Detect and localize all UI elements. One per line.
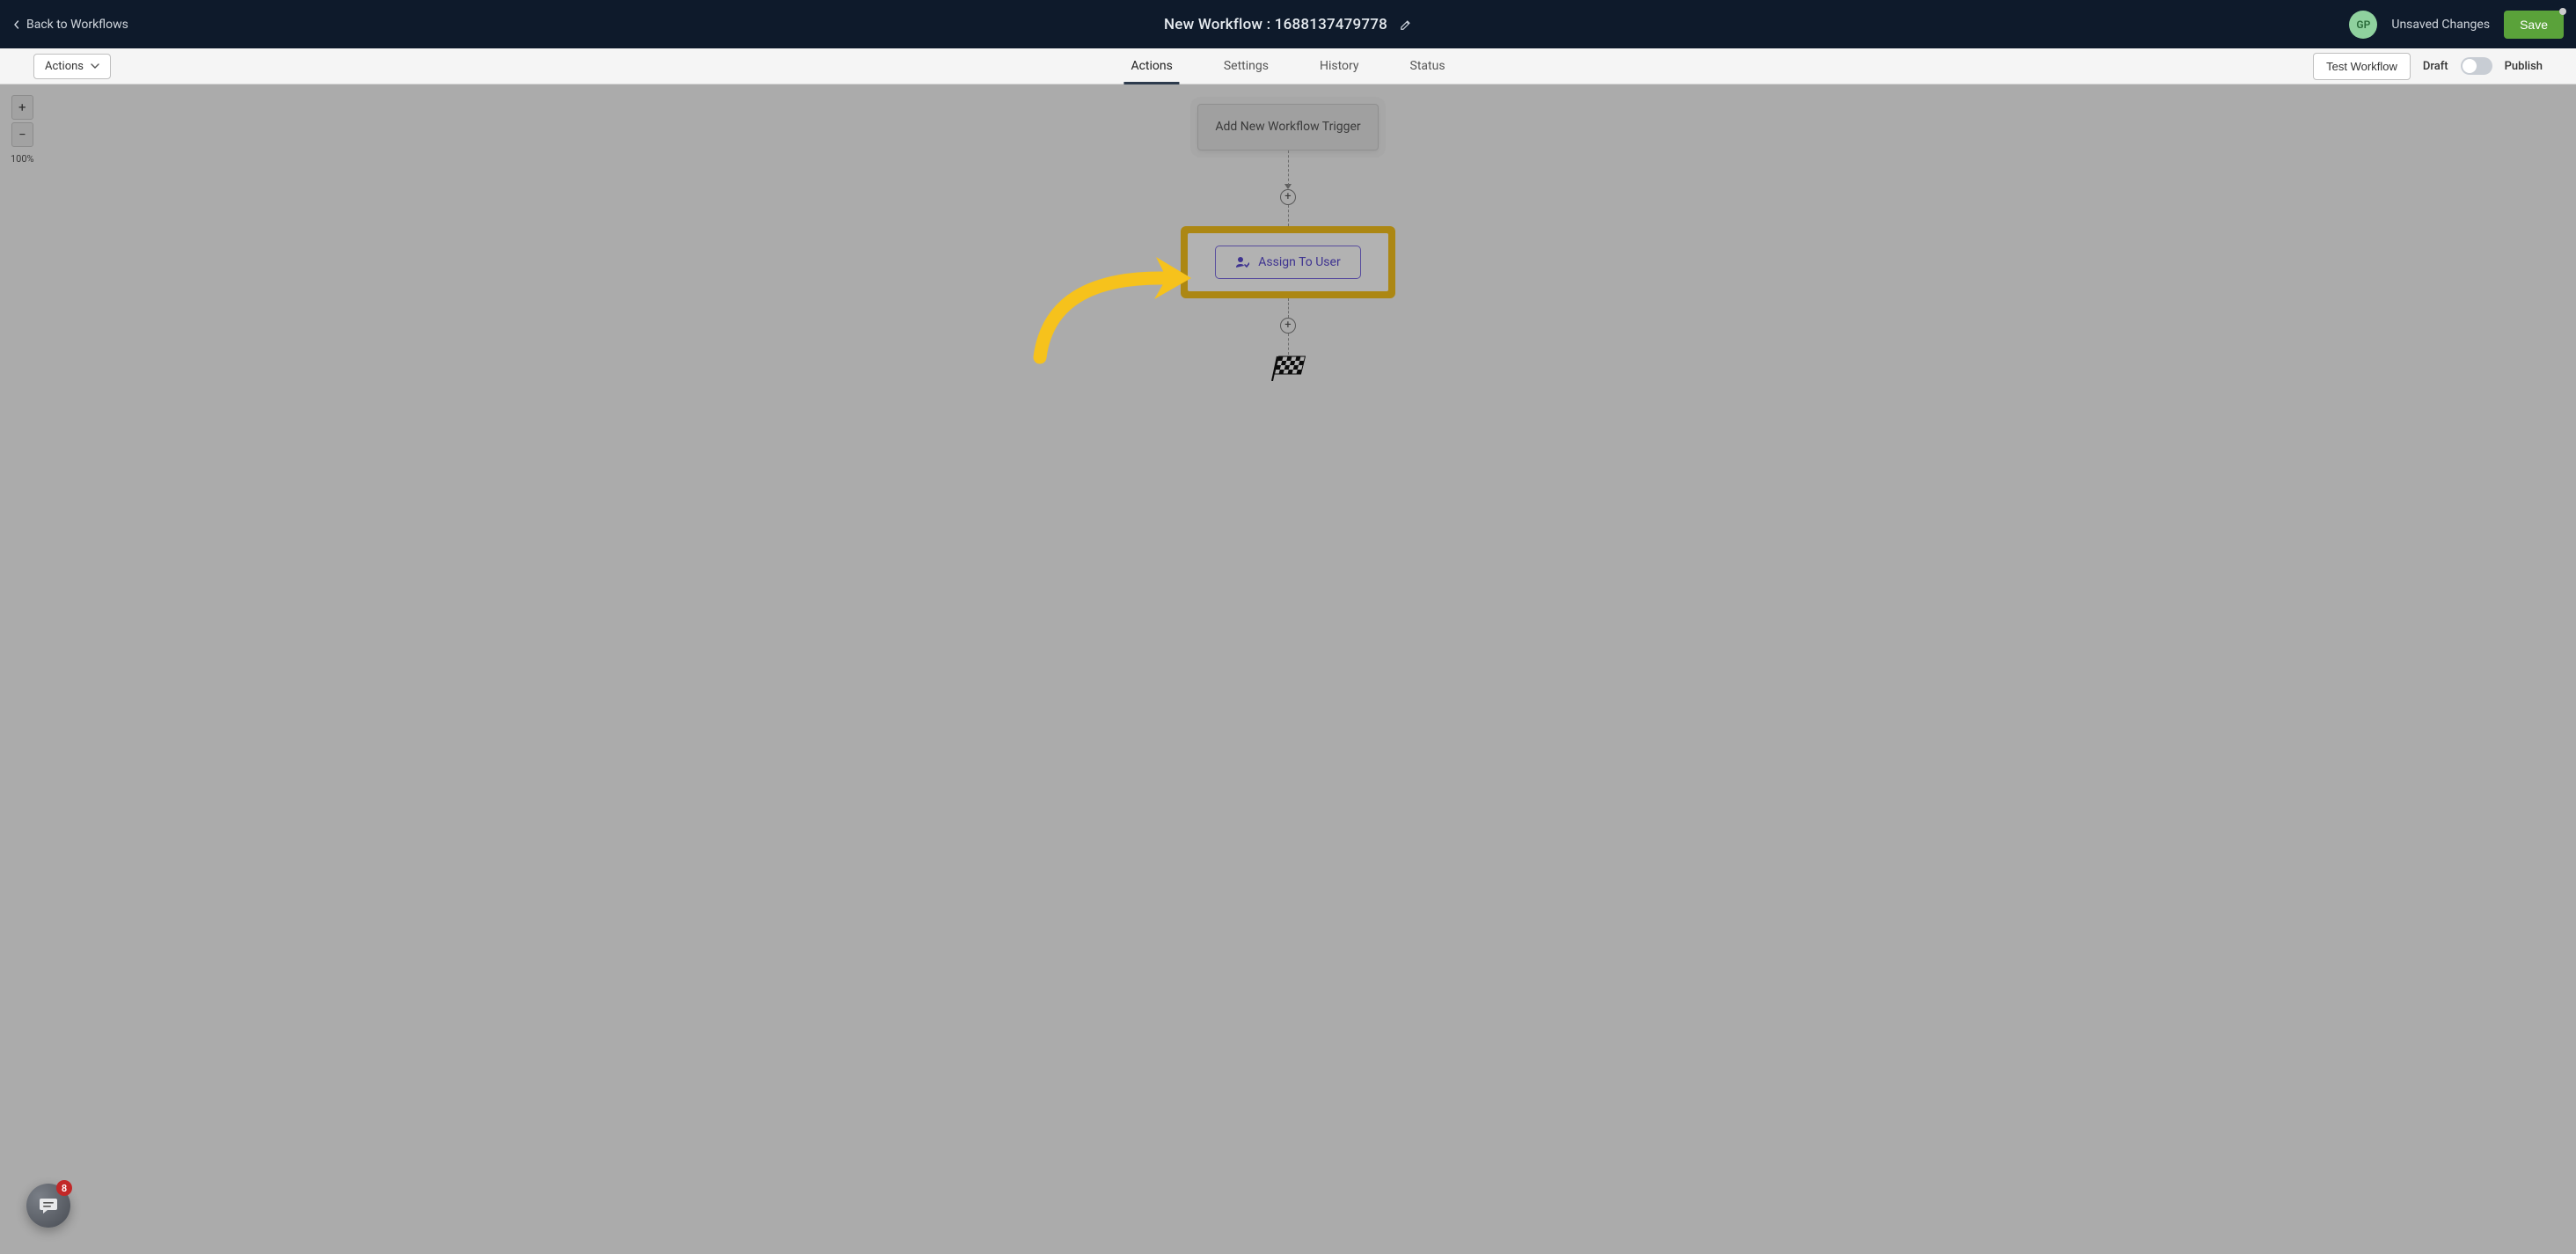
- assign-to-user-label: Assign To User: [1258, 255, 1340, 269]
- tab-label: History: [1320, 59, 1359, 73]
- tab-label: Settings: [1224, 59, 1269, 73]
- zoom-in-button[interactable]: +: [11, 95, 33, 120]
- assign-to-user-node[interactable]: Assign To User: [1215, 246, 1360, 279]
- chat-widget-button[interactable]: 8: [26, 1184, 70, 1228]
- highlight-callout: Assign To User: [1181, 226, 1395, 298]
- publish-label: Publish: [2505, 60, 2543, 73]
- unsaved-changes-label: Unsaved Changes: [2391, 18, 2490, 32]
- sub-bar-right: Test Workflow Draft Publish: [2313, 53, 2543, 80]
- assign-user-icon: [1235, 255, 1249, 269]
- plus-icon: +: [1284, 319, 1291, 331]
- test-workflow-label: Test Workflow: [2326, 60, 2397, 73]
- tab-settings[interactable]: Settings: [1224, 48, 1269, 84]
- connector-line: [1288, 150, 1289, 186]
- add-trigger-label: Add New Workflow Trigger: [1215, 120, 1360, 134]
- annotation-arrow-icon: [1024, 241, 1200, 364]
- draft-label: Draft: [2423, 60, 2448, 73]
- plus-icon: +: [18, 99, 26, 115]
- test-workflow-button[interactable]: Test Workflow: [2313, 53, 2411, 80]
- end-flag-icon: [1270, 355, 1306, 385]
- chat-badge: 8: [56, 1180, 72, 1196]
- top-header: Back to Workflows New Workflow : 1688137…: [0, 0, 2576, 48]
- chat-icon: [38, 1195, 59, 1216]
- tab-label: Actions: [1131, 59, 1172, 73]
- minus-icon: −: [18, 127, 26, 143]
- tab-history[interactable]: History: [1320, 48, 1359, 84]
- connector-line: [1288, 334, 1289, 355]
- avatar[interactable]: GP: [2349, 11, 2377, 39]
- tab-actions[interactable]: Actions: [1131, 48, 1172, 84]
- zoom-out-button[interactable]: −: [11, 122, 33, 147]
- workflow-canvas[interactable]: + − 100% Add New Workflow Trigger + Assi…: [0, 84, 2576, 1254]
- header-right-cluster: GP Unsaved Changes Save: [2349, 11, 2564, 39]
- workflow-title: New Workflow : 1688137479778: [1164, 16, 1387, 33]
- plus-icon: +: [1284, 191, 1291, 202]
- back-to-workflows-link[interactable]: Back to Workflows: [12, 18, 128, 32]
- tab-label: Status: [1410, 59, 1445, 73]
- connector-line: [1288, 298, 1289, 318]
- chat-badge-count: 8: [62, 1183, 67, 1194]
- back-label: Back to Workflows: [26, 18, 128, 32]
- save-button[interactable]: Save: [2504, 11, 2564, 39]
- avatar-initials: GP: [2356, 18, 2370, 31]
- tab-status[interactable]: Status: [1410, 48, 1445, 84]
- publish-toggle[interactable]: [2461, 57, 2492, 75]
- zoom-percent-label: 100%: [11, 153, 34, 165]
- zoom-controls: + − 100%: [11, 95, 34, 165]
- edit-icon[interactable]: [1400, 18, 1412, 31]
- tabs: Actions Settings History Status: [1131, 48, 1445, 84]
- add-step-button[interactable]: +: [1280, 189, 1296, 205]
- actions-dropdown[interactable]: Actions: [33, 54, 111, 79]
- add-step-button[interactable]: +: [1280, 318, 1296, 334]
- actions-dropdown-label: Actions: [45, 60, 84, 73]
- workflow-title-wrap: New Workflow : 1688137479778: [1164, 16, 1412, 33]
- sub-bar: Actions Actions Settings History Status …: [0, 48, 2576, 84]
- workflow-flow: Add New Workflow Trigger + Assign To Use…: [1181, 104, 1395, 385]
- add-trigger-node[interactable]: Add New Workflow Trigger: [1197, 104, 1379, 150]
- chevron-down-icon: [91, 62, 99, 70]
- chevron-left-icon: [12, 20, 21, 29]
- connector-line: [1288, 205, 1289, 226]
- highlight-inner: Assign To User: [1188, 233, 1388, 291]
- save-button-label: Save: [2520, 18, 2548, 32]
